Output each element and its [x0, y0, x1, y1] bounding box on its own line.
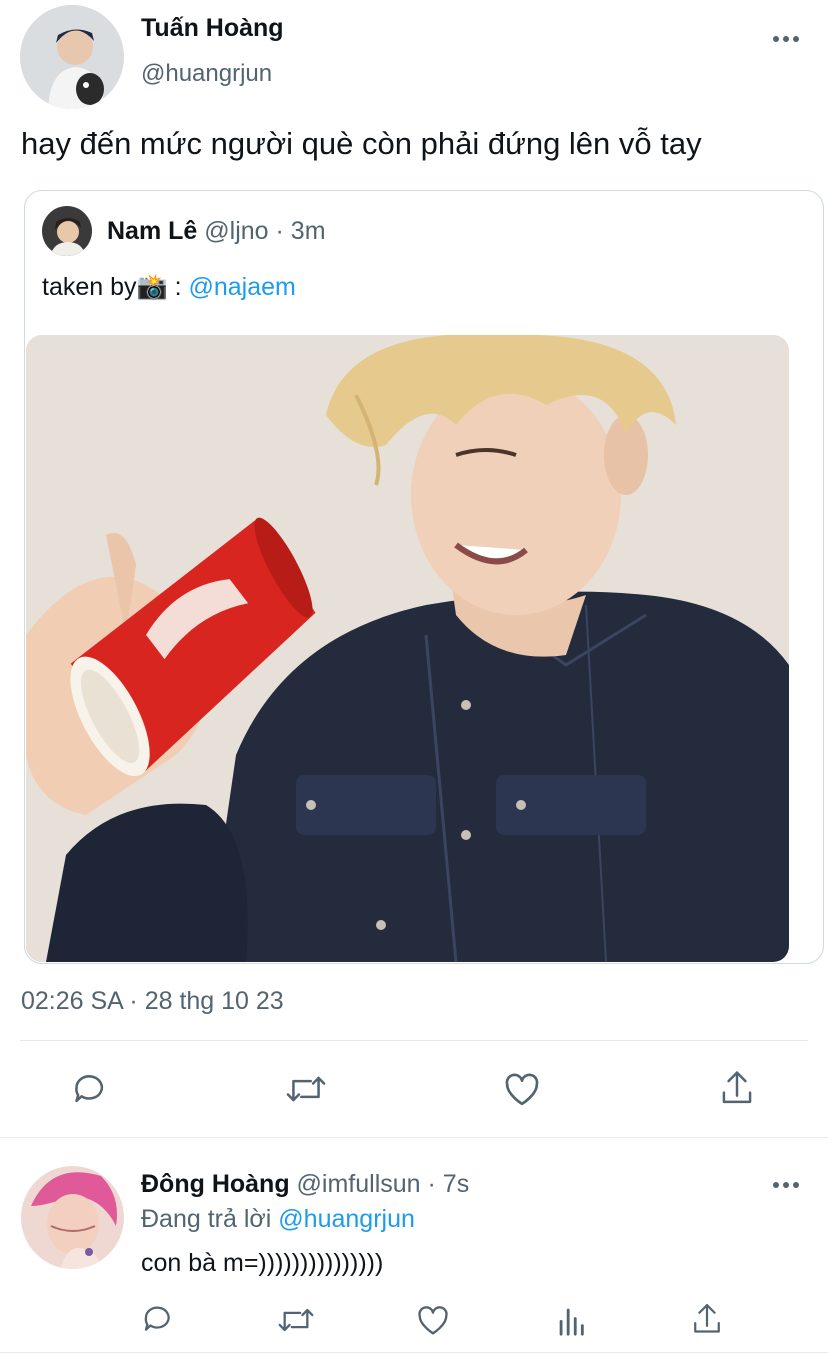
quoted-text-prefix: taken by📸 :: [42, 273, 182, 301]
author-name[interactable]: Tuấn Hoàng: [141, 14, 284, 43]
quoted-author-avatar[interactable]: [42, 206, 92, 256]
quoted-photo[interactable]: [26, 335, 789, 962]
quoted-header: Nam Lê @ljno · 3m: [107, 217, 326, 246]
share-icon[interactable]: [690, 1301, 724, 1337]
quoted-author-name[interactable]: Nam Lê: [107, 217, 197, 245]
more-horizontal-icon[interactable]: [771, 1176, 801, 1194]
reply-icon[interactable]: [141, 1302, 175, 1336]
more-horizontal-icon[interactable]: [771, 30, 801, 48]
author-handle[interactable]: @huangrjun: [141, 60, 272, 88]
replying-label: Đang trả lời: [141, 1205, 272, 1233]
like-icon[interactable]: [415, 1303, 451, 1337]
like-icon[interactable]: [502, 1070, 542, 1108]
quoted-time: 3m: [290, 217, 326, 245]
author-avatar[interactable]: [20, 5, 124, 109]
share-icon[interactable]: [718, 1068, 756, 1108]
reply-text: con bà m=))))))))))))))): [141, 1249, 384, 1277]
dot-separator: ·: [275, 217, 284, 245]
reply-author-avatar[interactable]: [21, 1166, 124, 1269]
replying-to: Đang trả lời @huangrjun: [141, 1205, 415, 1234]
reply-author-handle[interactable]: @imfullsun: [297, 1170, 421, 1198]
reply-author-name[interactable]: Đông Hoàng: [141, 1170, 290, 1198]
quoted-mention-link[interactable]: @najaem: [188, 273, 295, 301]
replying-to-link[interactable]: @huangrjun: [278, 1205, 415, 1233]
reply-icon[interactable]: [71, 1070, 109, 1108]
retweet-icon[interactable]: [276, 1303, 316, 1337]
divider: [20, 1040, 808, 1041]
tweet-text: hay đến mức người què còn phải đứng lên …: [21, 126, 702, 161]
divider: [0, 1137, 828, 1138]
analytics-icon[interactable]: [556, 1303, 586, 1337]
quoted-author-handle[interactable]: @ljno: [204, 217, 268, 245]
reply-header: Đông Hoàng @imfullsun · 7s: [141, 1170, 469, 1199]
quoted-text: taken by📸 : @najaem: [42, 273, 296, 302]
reply-time: · 7s: [427, 1170, 470, 1198]
tweet-timestamp[interactable]: 02:26 SA · 28 thg 10 23: [21, 987, 284, 1016]
retweet-icon[interactable]: [284, 1070, 328, 1108]
